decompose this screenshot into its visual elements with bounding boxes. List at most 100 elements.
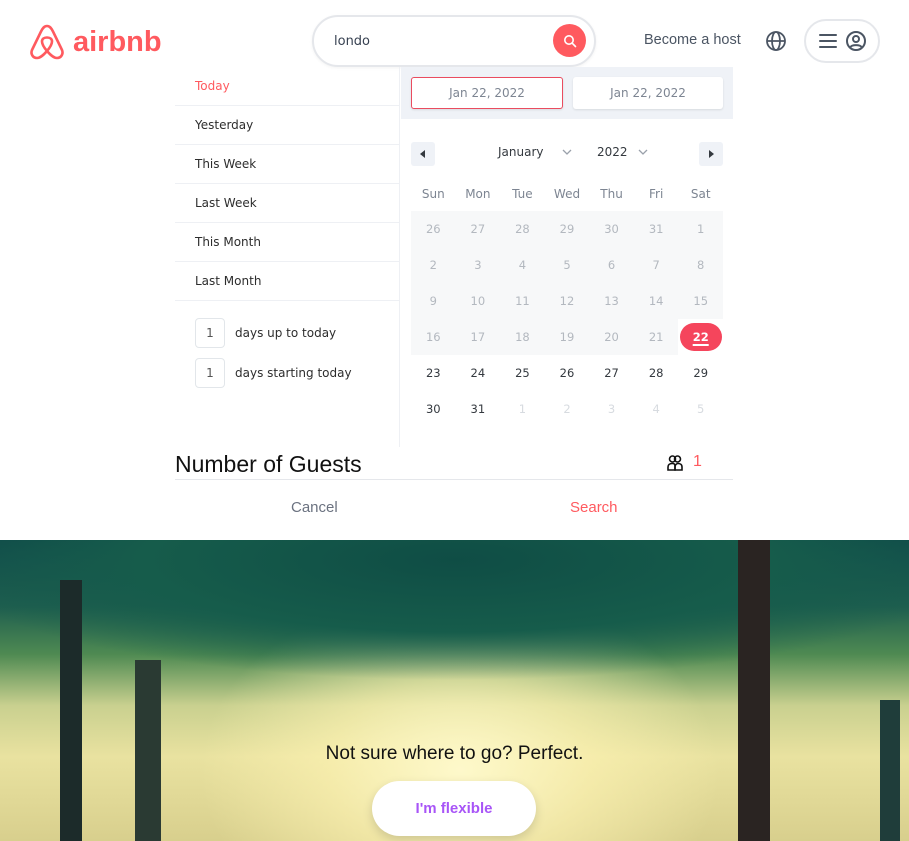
picker-actions: Cancel Search bbox=[175, 497, 733, 521]
weekday-label: Mon bbox=[465, 187, 491, 201]
weekday-label: Thu bbox=[600, 187, 623, 201]
tree-trunk bbox=[880, 700, 900, 841]
calendar-day[interactable]: 3 bbox=[455, 247, 501, 283]
start-date-field[interactable]: Jan 22, 2022 bbox=[411, 77, 563, 109]
cancel-button[interactable]: Cancel bbox=[291, 499, 338, 516]
caret-right-icon bbox=[709, 150, 714, 158]
calendar-day[interactable]: 5 bbox=[544, 247, 590, 283]
year-value: 2022 bbox=[597, 145, 628, 159]
calendar-day[interactable]: 29 bbox=[678, 355, 723, 391]
weekday-label: Wed bbox=[553, 187, 581, 201]
preset-ranges: Today Yesterday This Week Last Week This… bbox=[175, 67, 400, 447]
calendar-day[interactable]: 8 bbox=[678, 247, 723, 283]
calendar-day[interactable]: 12 bbox=[544, 283, 590, 319]
im-flexible-button[interactable]: I'm flexible bbox=[372, 781, 536, 836]
calendar-day[interactable]: 30 bbox=[411, 391, 456, 427]
year-select[interactable]: 2022 bbox=[597, 145, 648, 159]
become-host-link[interactable]: Become a host bbox=[644, 32, 741, 48]
calendar-day[interactable]: 27 bbox=[589, 355, 634, 391]
calendar-day[interactable]: 16 bbox=[411, 319, 456, 355]
calendar-day[interactable]: 7 bbox=[633, 247, 679, 283]
user-menu-button[interactable] bbox=[804, 19, 880, 63]
month-select[interactable]: January bbox=[498, 145, 572, 159]
calendar-day[interactable]: 4 bbox=[500, 247, 545, 283]
calendar: Jan 22, 2022 Jan 22, 2022 January 2022 S… bbox=[401, 67, 733, 447]
calendar-day[interactable]: 28 bbox=[500, 211, 545, 247]
calendar-day[interactable]: 18 bbox=[500, 319, 545, 355]
month-value: January bbox=[498, 145, 544, 159]
end-date-field[interactable]: Jan 22, 2022 bbox=[573, 77, 723, 109]
calendar-day[interactable]: 25 bbox=[500, 355, 545, 391]
next-month-button[interactable] bbox=[699, 142, 723, 166]
calendar-day[interactable]: 31 bbox=[633, 211, 679, 247]
weekday-label: Sun bbox=[421, 187, 445, 201]
calendar-day[interactable]: 28 bbox=[634, 355, 679, 391]
range-yesterday[interactable]: Yesterday bbox=[175, 106, 399, 145]
hamburger-icon bbox=[818, 34, 837, 48]
search-icon bbox=[563, 34, 576, 47]
calendar-day[interactable]: 27 bbox=[455, 211, 501, 247]
range-last-week[interactable]: Last Week bbox=[175, 184, 399, 223]
hero-tagline: Not sure where to go? Perfect. bbox=[325, 743, 584, 764]
days-starting-today-input[interactable] bbox=[195, 358, 225, 388]
calendar-day[interactable]: 2 bbox=[545, 391, 590, 427]
users-icon bbox=[667, 455, 683, 471]
forest-canopy bbox=[0, 540, 909, 680]
calendar-day[interactable]: 19 bbox=[544, 319, 590, 355]
calendar-day[interactable]: 31 bbox=[456, 391, 501, 427]
calendar-day[interactable]: 1 bbox=[500, 391, 545, 427]
days-up-to-today-input[interactable] bbox=[195, 318, 225, 348]
calendar-day[interactable]: 17 bbox=[455, 319, 501, 355]
calendar-day[interactable]: 1 bbox=[678, 211, 723, 247]
search-button[interactable] bbox=[553, 24, 586, 57]
days-starting-today-label: days starting today bbox=[235, 366, 352, 380]
brand-name: airbnb bbox=[73, 25, 162, 58]
chevron-down-icon bbox=[638, 149, 648, 155]
calendar-day[interactable]: 29 bbox=[544, 211, 590, 247]
calendar-day[interactable]: 3 bbox=[589, 391, 634, 427]
days-up-to-today-label: days up to today bbox=[235, 326, 337, 340]
calendar-day[interactable]: 6 bbox=[589, 247, 634, 283]
airbnb-belo-icon bbox=[30, 24, 64, 60]
calendar-day[interactable]: 9 bbox=[411, 283, 456, 319]
month-navigation: January 2022 bbox=[411, 142, 723, 166]
calendar-day[interactable]: 5 bbox=[678, 391, 723, 427]
guests-title: Number of Guests bbox=[175, 451, 362, 477]
calendar-day[interactable]: 21 bbox=[633, 319, 679, 355]
range-last-month[interactable]: Last Month bbox=[175, 262, 399, 301]
calendar-day-selected[interactable]: 22 bbox=[678, 319, 723, 355]
search-submit-button[interactable]: Search bbox=[570, 499, 618, 516]
calendar-day[interactable]: 23 bbox=[411, 355, 456, 391]
prev-month-button[interactable] bbox=[411, 142, 435, 166]
tree-trunk bbox=[738, 540, 770, 841]
weekday-label: Fri bbox=[648, 187, 664, 201]
weekday-label: Sat bbox=[690, 187, 711, 201]
selected-day-pill: 22 bbox=[679, 323, 722, 351]
range-today[interactable]: Today bbox=[175, 67, 399, 106]
calendar-day[interactable]: 13 bbox=[589, 283, 634, 319]
calendar-day[interactable]: 24 bbox=[456, 355, 501, 391]
search-bar[interactable] bbox=[312, 15, 596, 67]
range-this-week[interactable]: This Week bbox=[175, 145, 399, 184]
calendar-day[interactable]: 10 bbox=[455, 283, 501, 319]
airbnb-logo[interactable]: airbnb bbox=[27, 22, 162, 62]
search-input[interactable] bbox=[334, 33, 534, 49]
chevron-down-icon bbox=[562, 149, 571, 155]
calendar-day[interactable]: 30 bbox=[589, 211, 634, 247]
date-range-picker: Today Yesterday This Week Last Week This… bbox=[175, 67, 733, 447]
calendar-day[interactable]: 14 bbox=[633, 283, 679, 319]
guests-count[interactable]: 1 bbox=[693, 453, 702, 471]
calendar-day[interactable]: 26 bbox=[545, 355, 590, 391]
globe-icon[interactable] bbox=[765, 30, 787, 52]
date-inputs: Jan 22, 2022 Jan 22, 2022 bbox=[401, 67, 733, 119]
caret-left-icon bbox=[420, 150, 425, 158]
hero-banner: Not sure where to go? Perfect. I'm flexi… bbox=[0, 540, 909, 841]
calendar-day[interactable]: 2 bbox=[411, 247, 456, 283]
calendar-day[interactable]: 20 bbox=[589, 319, 634, 355]
calendar-day[interactable]: 15 bbox=[678, 283, 723, 319]
calendar-day[interactable]: 11 bbox=[500, 283, 545, 319]
range-this-month[interactable]: This Month bbox=[175, 223, 399, 262]
calendar-day[interactable]: 4 bbox=[634, 391, 679, 427]
calendar-day[interactable]: 26 bbox=[411, 211, 456, 247]
user-circle-icon bbox=[845, 31, 866, 51]
